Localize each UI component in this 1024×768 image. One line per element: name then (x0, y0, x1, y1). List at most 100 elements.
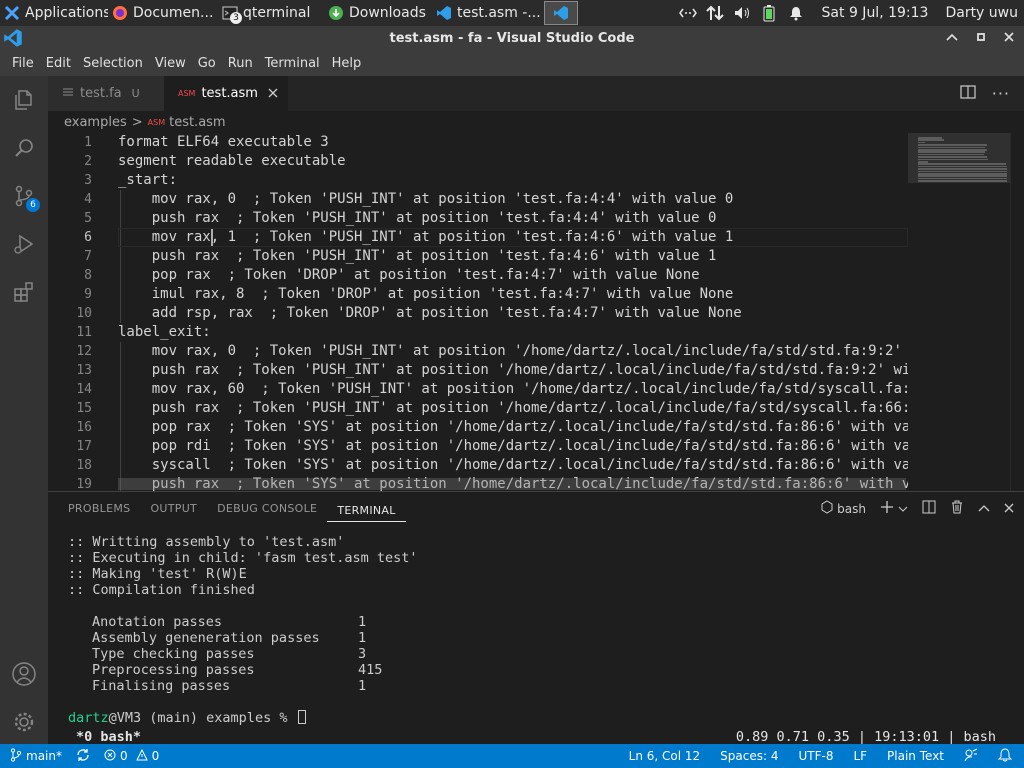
taskbar-applications-menu[interactable]: Applications (0, 0, 108, 26)
maximize-square-icon[interactable] (976, 31, 986, 46)
minimap-line (918, 180, 1007, 182)
close-icon[interactable] (268, 86, 278, 102)
battery-icon[interactable] (760, 4, 778, 22)
split-editor-icon[interactable] (960, 84, 976, 103)
menu-terminal[interactable]: Terminal (259, 56, 326, 71)
maximize-chevron-icon[interactable] (978, 502, 990, 516)
run-debug-icon[interactable] (0, 220, 48, 268)
taskbar-active-window[interactable] (544, 1, 578, 25)
account-icon[interactable] (0, 650, 48, 698)
code-line[interactable]: 9 imul rax, 8 ; Token 'DROP' at position… (48, 285, 908, 304)
branch-status[interactable]: main* (10, 747, 62, 765)
code-line[interactable]: 18 syscall ; Token 'SYS' at position '/h… (48, 456, 908, 475)
stat-label: Preprocessing passes (92, 662, 255, 678)
editor-vertical-scrollbar[interactable] (1010, 133, 1024, 491)
terminal-prompt[interactable]: dartz@VM3 (main) examples % (68, 710, 1008, 726)
firefox-icon (112, 5, 128, 21)
sync-icon[interactable] (76, 748, 90, 765)
line-text: add rsp, rax ; Token 'DROP' at position … (118, 305, 742, 321)
code-line[interactable]: 10 add rsp, rax ; Token 'DROP' at positi… (48, 304, 908, 323)
transfer-arrows-icon[interactable] (705, 4, 724, 22)
menu-go[interactable]: Go (192, 56, 222, 71)
indentation[interactable]: Spaces: 4 (720, 749, 778, 763)
close-icon[interactable] (1004, 502, 1014, 516)
tab-debug-console[interactable]: DEBUG CONSOLE (207, 492, 327, 526)
menu-edit[interactable]: Edit (40, 56, 77, 71)
minimap[interactable] (908, 133, 1010, 491)
code-line[interactable]: 7 push rax ; Token 'PUSH_INT' at positio… (48, 247, 908, 266)
breadcrumb-folder[interactable]: examples (64, 115, 127, 130)
code-line[interactable]: 2 segment readable executable (48, 152, 908, 171)
explorer-icon[interactable] (0, 76, 48, 124)
breadcrumb-separator: > (131, 114, 143, 130)
taskbar-vscode-window[interactable]: test.asm -... (432, 0, 544, 26)
code-editor[interactable]: 1 format ELF64 executable 3 2 segment reada… (48, 133, 908, 491)
tab-terminal[interactable]: TERMINAL (327, 496, 406, 522)
volume-icon[interactable] (733, 4, 751, 22)
menu-file[interactable]: File (6, 56, 40, 71)
editor-horizontal-scrollbar[interactable] (118, 478, 906, 490)
minimap-line (918, 156, 987, 158)
menu-view[interactable]: View (149, 56, 192, 71)
feedback-icon[interactable] (964, 748, 978, 765)
stat-row: Type checking passes 3 (68, 646, 1008, 662)
taskbar-item-label: Applications (25, 5, 108, 21)
encoding[interactable]: UTF-8 (798, 749, 833, 763)
taskbar-downloads-window[interactable]: Downloads (324, 0, 432, 26)
split-terminal-icon[interactable] (922, 500, 936, 517)
code-line[interactable]: 5 push rax ; Token 'PUSH_INT' at positio… (48, 209, 908, 228)
line-number: 19 (76, 477, 92, 491)
cursor-position[interactable]: Ln 6, Col 12 (629, 749, 701, 763)
menu-selection[interactable]: Selection (77, 56, 149, 71)
search-icon[interactable] (0, 124, 48, 172)
breadcrumb-file[interactable]: test.asm (169, 115, 226, 130)
new-terminal-plus-icon[interactable] (880, 500, 894, 517)
code-line[interactable]: 3 _start: (48, 171, 908, 190)
network-icon[interactable] (678, 4, 697, 22)
dropdown-chevron-icon[interactable] (898, 502, 908, 516)
trash-icon[interactable] (950, 500, 964, 517)
extensions-icon[interactable] (0, 268, 48, 316)
code-line[interactable]: 12 mov rax, 0 ; Token 'PUSH_INT' at posi… (48, 342, 908, 361)
notification-bell-icon[interactable] (787, 4, 805, 22)
tab-problems[interactable]: PROBLEMS (58, 492, 140, 526)
code-line[interactable]: 4 mov rax, 0 ; Token 'PUSH_INT' at posit… (48, 190, 908, 209)
line-text: _start: (118, 172, 178, 188)
menu-run[interactable]: Run (222, 56, 259, 71)
code-line[interactable]: 14 mov rax, 60 ; Token 'PUSH_INT' at pos… (48, 380, 908, 399)
end-of-line[interactable]: LF (853, 749, 867, 763)
clock[interactable]: Sat 9 Jul, 19:13 (822, 5, 929, 21)
code-line[interactable]: 8 pop rax ; Token 'DROP' at position 'te… (48, 266, 908, 285)
code-line[interactable]: 6 mov rax, 1 ; Token 'PUSH_INT' at posit… (48, 228, 908, 247)
notifications-bell-icon[interactable] (997, 747, 1013, 765)
close-window-icon[interactable] (1004, 31, 1014, 46)
code-line[interactable]: 1 format ELF64 executable 3 (48, 133, 908, 152)
line-text: push rax ; Token 'PUSH_INT' at position … (118, 248, 717, 264)
minimize-chevron-icon[interactable] (946, 31, 958, 46)
stat-value: 1 (358, 630, 367, 646)
minimap-line (918, 141, 925, 144)
minimap-line (918, 153, 984, 156)
tab-test-asm[interactable]: ASM test.asm (164, 76, 288, 111)
taskbar-firefox-window[interactable]: Documen... (108, 0, 218, 26)
code-line[interactable]: 11 label_exit: (48, 323, 908, 342)
tab-test-fa[interactable]: test.fa U (48, 76, 164, 111)
manage-gear-icon[interactable] (0, 698, 48, 746)
source-control-icon[interactable] (0, 172, 48, 220)
minimap-line (918, 163, 1006, 165)
problems-status[interactable]: 0 0 (104, 748, 159, 764)
code-line[interactable]: 13 push rax ; Token 'PUSH_INT' at positi… (48, 361, 908, 380)
code-line[interactable]: 15 push rax ; Token 'PUSH_INT' at positi… (48, 399, 908, 418)
code-line[interactable]: 16 pop rax ; Token 'SYS' at position '/h… (48, 418, 908, 437)
user-name[interactable]: Darty uwu (945, 5, 1018, 21)
taskbar-qterminal-window[interactable]: 3 qterminal (218, 0, 324, 26)
menu-help[interactable]: Help (326, 56, 368, 71)
tab-output[interactable]: OUTPUT (140, 492, 207, 526)
code-line[interactable]: 17 pop rdi ; Token 'SYS' at position '/h… (48, 437, 908, 456)
more-actions-icon[interactable]: ··· (992, 84, 1010, 103)
terminal-shell-selector[interactable]: bash (821, 500, 866, 517)
activity-bar: 6 (0, 76, 48, 744)
language-mode[interactable]: Plain Text (887, 749, 944, 763)
terminal-output[interactable]: :: Writting assembly to 'test.asm' :: Ex… (68, 534, 1008, 726)
